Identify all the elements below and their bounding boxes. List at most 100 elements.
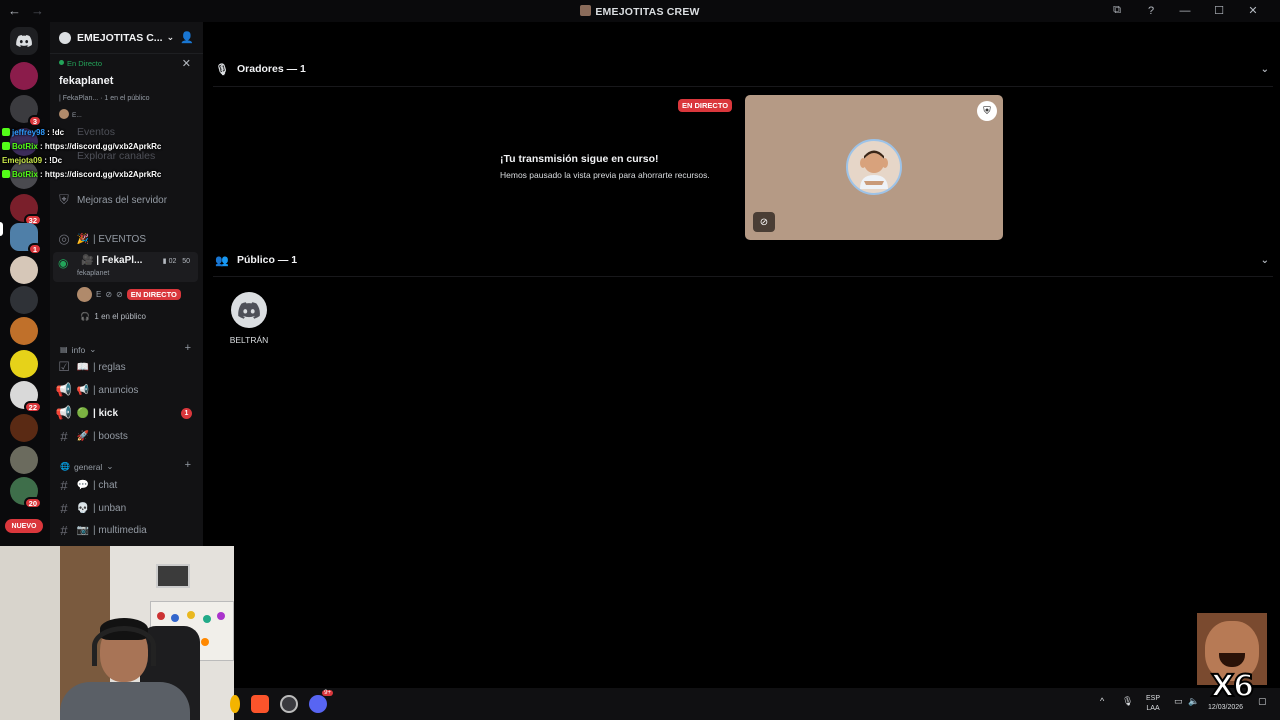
channel-anuncios[interactable]: 📢 📢 | anuncios [53,380,198,400]
chat-message: : !dc [47,128,65,137]
channel-multimedia[interactable]: # 📷 | multimedia [53,520,198,540]
speaker-stream-tile[interactable]: ⛨ ⊘ [745,95,1003,240]
channel-chat[interactable]: # 💬 | chat [53,475,198,495]
category-info[interactable]: ▤ info ⌄ [60,344,96,355]
obs-icon[interactable] [280,695,298,713]
channel-label: | multimedia [93,524,147,536]
window-title-text: EMEJOTITAS CREW [595,6,700,18]
server-icon[interactable]: 3 [10,95,42,127]
tray-chevron-icon[interactable]: ^ [1100,696,1104,706]
chevron-down-icon[interactable]: ⌄ [1261,255,1269,266]
channel-label: | anuncios [93,384,139,396]
language-indicator[interactable]: ESP LAA [1146,694,1160,714]
server-icon[interactable] [10,317,38,345]
network-icon[interactable]: ▭ [1174,696,1183,707]
audience-label: 1 en el público [94,312,146,321]
shield-icon: ⛨ [59,192,69,207]
stage-audience-count[interactable]: 🎧 1 en el público [80,312,146,321]
hash-icon: # [60,477,68,493]
help-icon[interactable]: ? [1134,5,1168,17]
language-code: ESP [1146,695,1161,702]
server-icon[interactable] [10,286,38,314]
channel-emoji: 📷 [76,524,90,536]
server-boost-link[interactable]: ⛨ Mejoras del servidor [53,190,198,210]
channel-boosts[interactable]: # 🚀 | boosts [53,426,198,446]
user-count: 50 [182,258,190,265]
stage-channel-active[interactable]: ◉ 🎥 | FekaPl... fekaplanet ▮ 02 50 [53,252,198,282]
channel-reglas[interactable]: ☑ 📖 | reglas [53,357,198,377]
brave-browser-icon[interactable] [251,695,269,713]
add-channel-icon[interactable]: + [185,342,191,354]
mention-badge: 20 [23,497,42,509]
server-icon[interactable]: 32 [10,194,42,226]
globe-icon: 🌐 [60,462,70,471]
app-icon[interactable] [230,695,240,713]
clock-date[interactable]: 12/03/2026 [1208,704,1243,711]
avatar [77,287,92,302]
channel-label: | boosts [93,430,128,442]
server-icon[interactable] [10,350,38,378]
stage-channel-sub: fekaplanet [77,270,110,277]
live-badge: EN DIRECTO [678,99,733,112]
close-button[interactable]: ✕ [1236,4,1270,17]
person-shirt [60,682,190,720]
window-titlebar: ← → EMEJOTITAS CREW ⧉ ? — ☐ ✕ [0,0,1280,22]
chevron-down-icon: ⌄ [106,461,114,471]
audience-header[interactable]: 👥 Público — 1 ⌄ [215,250,1275,270]
server-header[interactable]: EMEJOTITAS C... ⌄ 👤 [50,22,203,54]
speakers-label: Oradores — 1 [237,63,306,75]
close-icon[interactable]: ✕ [182,57,191,70]
channel-label: | kick [93,407,119,419]
add-channel-icon[interactable]: + [185,459,191,471]
add-member-icon[interactable]: 👤 [180,31,194,44]
taskbar: 9+ ^ 🎙 ESP LAA ▭ 🔈 12/03/2026 ▢ [230,688,1280,720]
chevron-down-icon[interactable]: ⌄ [1261,64,1269,75]
notification-icon[interactable]: ▢ [1258,696,1267,707]
server-icon[interactable] [10,414,38,442]
channel-kick[interactable]: 📢 🟢 | kick 1 [53,403,198,423]
minimize-button[interactable]: — [1168,5,1202,17]
channel-eventos[interactable]: ◎ 🎉 | EVENTOS [53,229,198,249]
stage-speaker-row[interactable]: E ⊘ ⊘ EN DIRECTO [77,287,181,302]
audience-avatar[interactable] [231,292,267,328]
maximize-button[interactable]: ☐ [1202,4,1236,17]
layout-code: LAA [1146,705,1160,712]
server-icon[interactable]: 22 [10,381,42,413]
paused-title: ¡Tu transmisión sigue en curso! [500,153,659,165]
live-status-text: En Directo [67,59,103,68]
new-badge[interactable]: NUEVO [5,519,43,533]
headset [92,626,156,666]
chevron-down-icon: ⌄ [166,32,175,42]
server-boost-label: Mejoras del servidor [77,194,168,206]
stage-channel-name-text: | FekaPl... [96,255,143,266]
server-icon[interactable]: 20 [10,477,42,509]
channel-emoji: 🟢 [76,407,90,419]
channel-sidebar: EMEJOTITAS C... ⌄ 👤 En Directo ✕ fekapla… [50,22,203,546]
hidden-preview-icon[interactable]: ⊘ [753,212,775,232]
chat-line: Emejota09 : !Dc [2,154,161,168]
chevron-down-icon: ⌄ [89,344,97,354]
server-icon-active[interactable]: 1 [10,223,42,255]
chat-user: Emejota09 [2,156,43,165]
viewer-name: E... [72,112,82,119]
inbox-icon[interactable]: ⧉ [1100,4,1134,17]
server-icon[interactable] [10,256,38,284]
speaker-name: E [96,290,102,299]
speakers-header[interactable]: 🎙 Oradores — 1 ⌄ [215,59,1275,79]
channel-unban[interactable]: # 💀 | unban [53,498,198,518]
server-icon[interactable] [10,446,38,474]
kick-icon [2,128,10,136]
category-general[interactable]: 🌐 general ⌄ [60,461,113,472]
audience-label: Público — 1 [237,254,298,266]
chat-user: jeffrey98 [12,128,45,137]
volume-icon[interactable]: 🔈 [1188,696,1199,707]
discord-taskbar-icon[interactable]: 9+ [309,690,333,713]
toy [187,611,195,619]
microphone-icon[interactable]: 🎙 [1122,696,1133,707]
server-icon[interactable] [10,62,38,90]
discord-home-icon[interactable] [10,27,38,55]
live-stream-card[interactable]: En Directo ✕ fekaplanet | FekaPlan... · … [50,55,203,125]
stage-channel-name: 🎥 | FekaPl... [81,255,143,266]
channel-emoji: 🚀 [76,430,90,442]
avatar [59,109,69,119]
